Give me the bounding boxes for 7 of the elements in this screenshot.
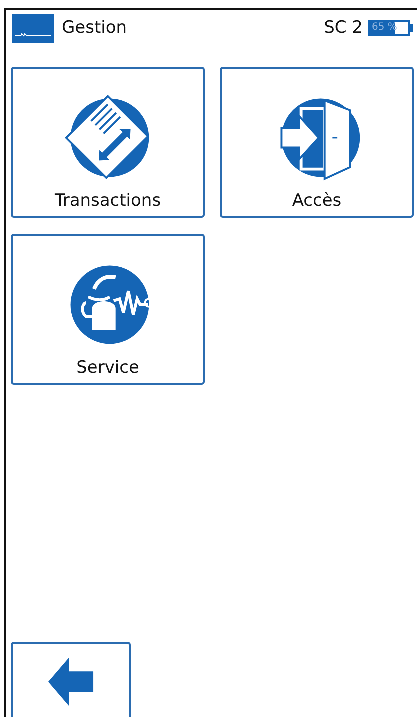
screen-title: Gestion xyxy=(62,18,128,38)
menu-tile[interactable]: Accès xyxy=(220,67,414,218)
menu-tile[interactable]: Transactions xyxy=(11,67,205,218)
logo-icon xyxy=(12,14,54,42)
back-button[interactable] xyxy=(11,642,131,717)
station-label: SC 2 xyxy=(324,18,363,38)
menu-tile[interactable]: Service xyxy=(11,234,205,385)
